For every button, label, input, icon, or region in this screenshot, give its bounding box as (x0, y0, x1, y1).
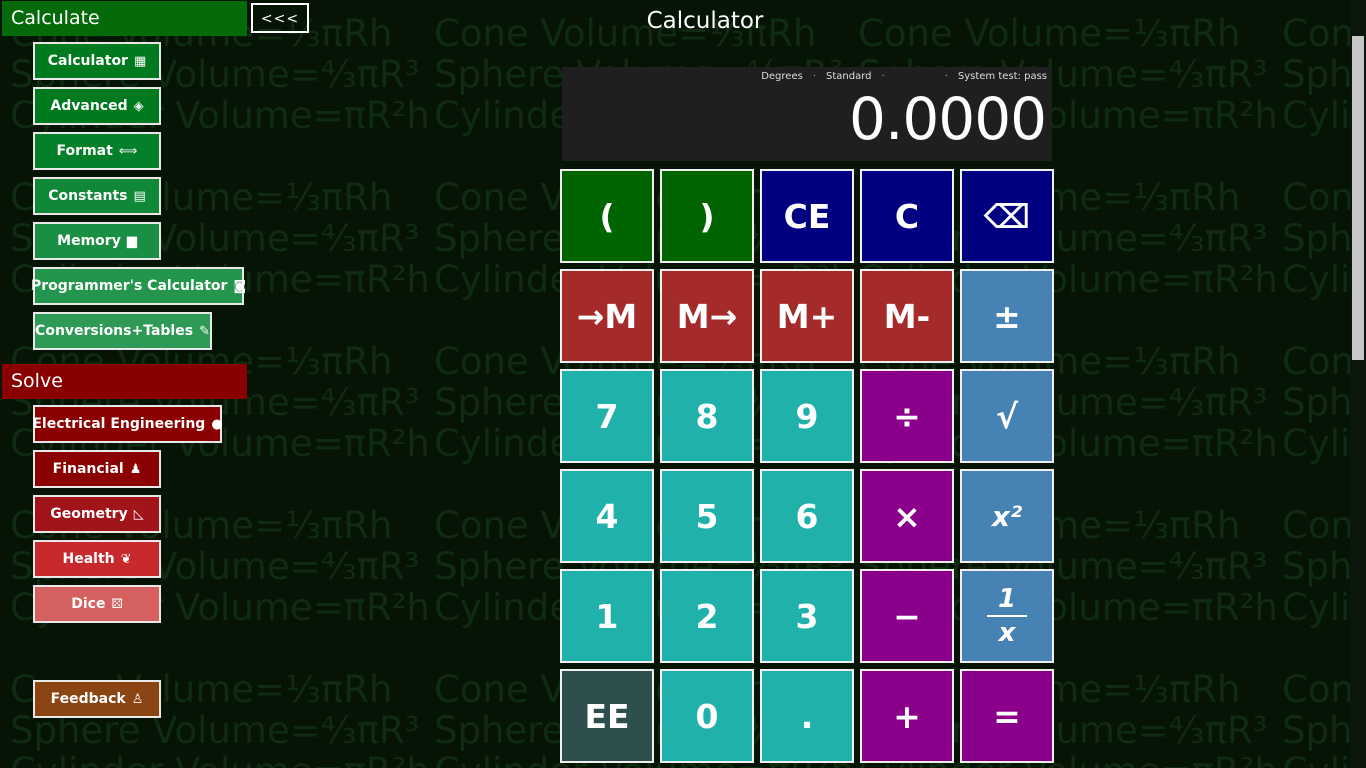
nav-calculator-button[interactable]: Calculator ▦ (33, 42, 161, 80)
digit-4-key[interactable]: 4 (560, 469, 654, 563)
digit-3-key[interactable]: 3 (760, 569, 854, 663)
nav-button-label: Format (56, 143, 113, 159)
display-value: 0.0000 (849, 85, 1047, 153)
nav-electrical-engineering-button[interactable]: Electrical Engineering ● (32, 405, 223, 443)
reciprocal-glyph: 1x (987, 586, 1027, 646)
reciprocal-key[interactable]: 1x (960, 569, 1054, 663)
nav-button-label: Feedback (50, 691, 126, 707)
calculate-section-header: Calculate (2, 1, 247, 36)
digit-9-key[interactable]: 9 (760, 369, 854, 463)
status-row: Degrees · Standard · · System test: pass (761, 71, 1047, 82)
equals-key[interactable]: = (960, 669, 1054, 763)
nav-button-label: Constants (48, 188, 128, 204)
decimal-key[interactable]: . (760, 669, 854, 763)
angle-mode-label: Degrees (761, 71, 803, 82)
feedback-icon: ♙ (131, 691, 144, 707)
scrollbar-thumb[interactable] (1352, 36, 1364, 360)
square-root-key[interactable]: √ (960, 369, 1054, 463)
memory-subtract-key[interactable]: M- (860, 269, 954, 363)
separator: · (812, 71, 816, 82)
lightbulb-icon: ● (211, 416, 223, 432)
background-formula: Cylinder Volume=πR²h (10, 750, 430, 768)
square-key[interactable]: x² (960, 469, 1054, 563)
dice-icon: ⚄ (111, 596, 123, 612)
memory-add-key[interactable]: M+ (760, 269, 854, 363)
digit-6-key[interactable]: 6 (760, 469, 854, 563)
add-key[interactable]: + (860, 669, 954, 763)
graduation-cap-icon: ◈ (133, 98, 144, 114)
nav-memory-button[interactable]: Memory ▆ (33, 222, 161, 260)
nav-constants-button[interactable]: Constants ▤ (33, 177, 161, 215)
memory-icon: ▆ (126, 233, 137, 249)
clear-key[interactable]: C (860, 169, 954, 263)
close-paren-key[interactable]: ) (660, 169, 754, 263)
nav-conversions-tables-button[interactable]: Conversions+Tables ✎ (33, 312, 212, 350)
divide-key[interactable]: ÷ (860, 369, 954, 463)
butterfly-icon: ❦ (120, 551, 132, 567)
digit-8-key[interactable]: 8 (660, 369, 754, 463)
nav-programmer-s-calculator-button[interactable]: Programmer's Calculator ◙ (30, 267, 247, 305)
nav-button-label: Dice (71, 596, 106, 612)
system-test-label: System test: pass (957, 71, 1047, 82)
nav-button-label: Memory (57, 233, 121, 249)
digit-0-key[interactable]: 0 (660, 669, 754, 763)
page-title: Calculator (646, 8, 764, 34)
backspace-key[interactable]: ⌫ (960, 169, 1054, 263)
exponent-key[interactable]: EE (560, 669, 654, 763)
nav-button-label: Health (62, 551, 115, 567)
digit-1-key[interactable]: 1 (560, 569, 654, 663)
pencil-icon: ✎ (199, 323, 210, 339)
memory-store-key[interactable]: →M (560, 269, 654, 363)
list-icon: ▤ (133, 188, 146, 204)
separator: · (881, 71, 885, 82)
nav-button-label: Geometry (50, 506, 128, 522)
digit-7-key[interactable]: 7 (560, 369, 654, 463)
digit-2-key[interactable]: 2 (660, 569, 754, 663)
separator: · (944, 71, 948, 82)
nav-button-label: Electrical Engineering (32, 416, 206, 432)
multiply-key[interactable]: × (860, 469, 954, 563)
nav-advanced-button[interactable]: Advanced ◈ (33, 87, 161, 125)
nav-button-label: Conversions+Tables (35, 323, 194, 339)
triangle-ruler-icon: ◺ (133, 506, 144, 522)
feedback-button[interactable]: Feedback ♙ (33, 680, 161, 718)
calculator-display: Degrees · Standard · · System test: pass… (562, 67, 1052, 161)
memory-recall-key[interactable]: M→ (660, 269, 754, 363)
digit-5-key[interactable]: 5 (660, 469, 754, 563)
nav-health-button[interactable]: Health ❦ (33, 540, 161, 578)
open-paren-key[interactable]: ( (560, 169, 654, 263)
nav-button-label: Financial (52, 461, 124, 477)
nav-financial-button[interactable]: Financial ♟ (33, 450, 161, 488)
money-bag-icon: ♟ (129, 461, 142, 477)
arrows-horizontal-icon: ⟺ (118, 143, 138, 159)
nav-button-label: Programmer's Calculator (30, 278, 228, 294)
background-formula: Cone Volume=⅓πRh (858, 12, 1241, 55)
nav-dice-button[interactable]: Dice ⚄ (33, 585, 161, 623)
chip-icon: ◙ (233, 278, 247, 294)
calculator-icon: ▦ (133, 53, 147, 69)
nav-button-label: Advanced (50, 98, 128, 114)
keypad: () CE C ⌫ →M M→ M+ M- ±7 8 9 ÷ √ 4 5 6 × x² 1 2 3−1 x EE 0. + = (560, 169, 1056, 766)
negate-key[interactable]: ± (960, 269, 1054, 363)
mode-label: Standard (826, 71, 872, 82)
nav-format-button[interactable]: Format ⟺ (33, 132, 161, 170)
collapse-menu-button[interactable]: <<< (251, 3, 309, 33)
nav-button-label: Calculator (47, 53, 128, 69)
clear-entry-key[interactable]: CE (760, 169, 854, 263)
solve-section-header: Solve (2, 364, 247, 399)
subtract-key[interactable]: − (860, 569, 954, 663)
nav-geometry-button[interactable]: Geometry ◺ (33, 495, 161, 533)
